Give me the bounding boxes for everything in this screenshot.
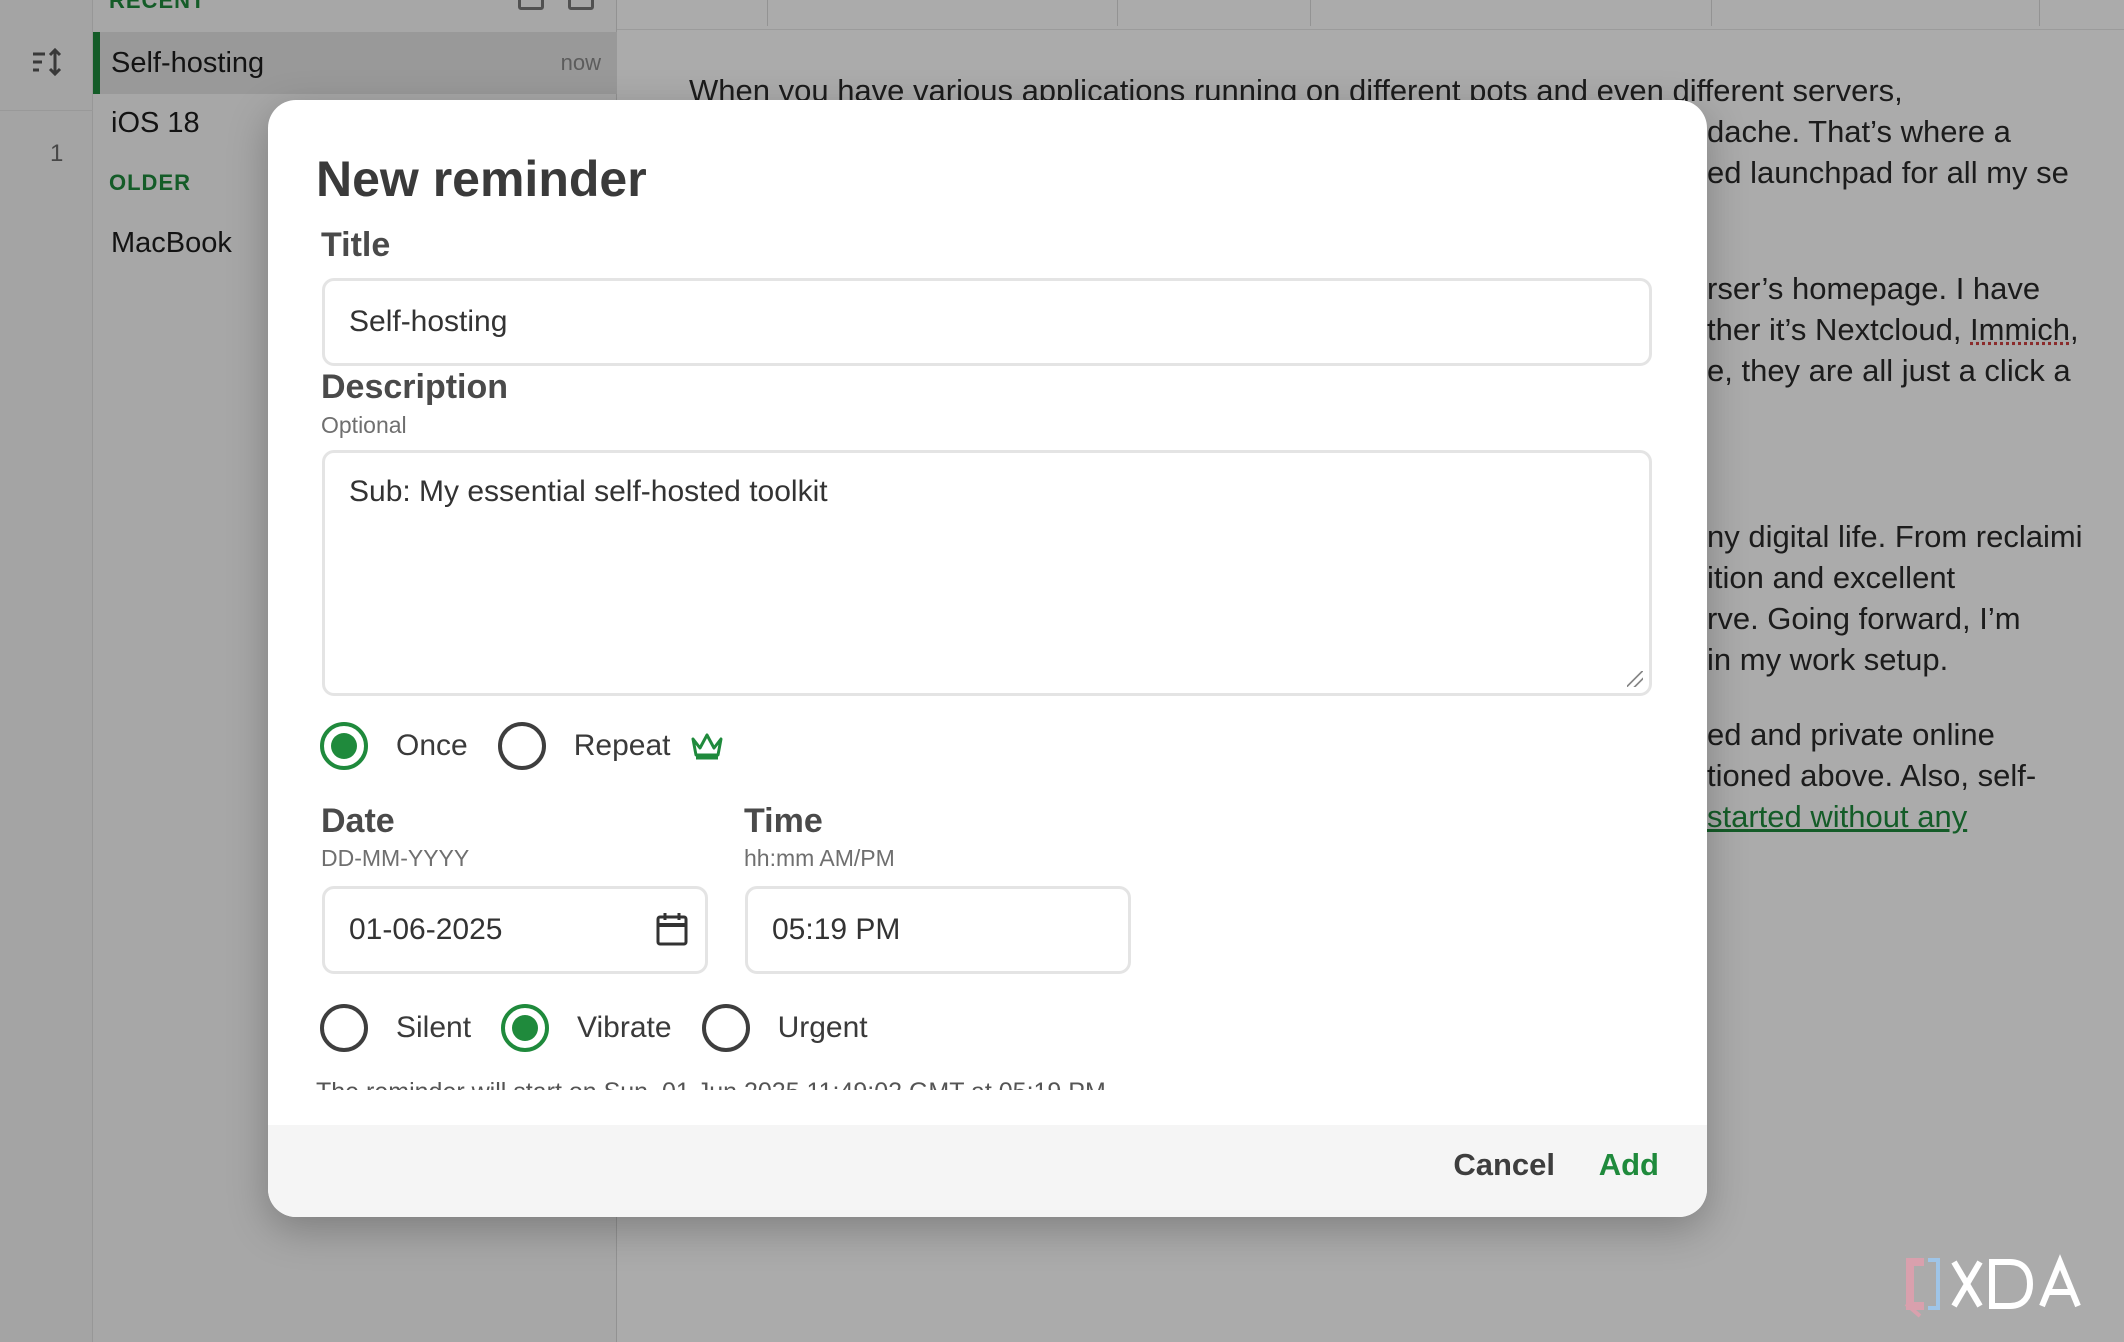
repeat-label: Repeat (573, 729, 671, 762)
urgent-radio[interactable] (701, 1004, 750, 1052)
date-label: Date (321, 802, 395, 840)
title-input[interactable]: Self-hosting (322, 278, 1652, 366)
dialog-footer: Cancel Add (268, 1125, 1707, 1217)
alert-mode-radio-group: Silent Vibrate Urgent (320, 1004, 898, 1052)
cancel-button[interactable]: Cancel (1453, 1147, 1555, 1183)
description-label: Description (321, 368, 509, 406)
resize-handle-icon[interactable] (1627, 671, 1643, 687)
once-radio[interactable] (320, 722, 368, 770)
once-label: Once (396, 729, 468, 762)
vibrate-label: Vibrate (577, 1011, 672, 1044)
date-value: 01-06-2025 (349, 913, 503, 946)
crown-icon (691, 733, 723, 760)
title-input-value: Self-hosting (349, 305, 508, 338)
silent-label: Silent (396, 1011, 472, 1044)
repeat-radio[interactable] (497, 722, 546, 770)
dialog-title: New reminder (316, 151, 647, 207)
app-window: 1 RECENT Self-hosting now iOS 18 OLDER M… (0, 0, 2124, 1342)
date-hint: DD-MM-YYYY (321, 845, 470, 871)
reminder-summary: The reminder will start on Sun, 01 Jun 2… (316, 1070, 1516, 1090)
calendar-icon[interactable] (655, 911, 689, 947)
date-input[interactable]: 01-06-2025 (322, 886, 708, 974)
time-input[interactable]: 05:19 PM (745, 886, 1131, 974)
urgent-label: Urgent (777, 1011, 868, 1044)
description-textarea[interactable]: Sub: My essential self-hosted toolkit (322, 450, 1652, 696)
title-label: Title (321, 226, 391, 264)
add-button[interactable]: Add (1599, 1147, 1659, 1183)
description-value: Sub: My essential self-hosted toolkit (349, 475, 828, 508)
time-hint: hh:mm AM/PM (744, 845, 895, 871)
new-reminder-dialog: New reminder Title Self-hosting Descript… (268, 100, 1707, 1217)
silent-radio[interactable] (320, 1004, 368, 1052)
time-value: 05:19 PM (772, 913, 901, 946)
description-hint: Optional (321, 412, 407, 438)
frequency-radio-group: Once Repeat (320, 722, 724, 770)
time-label: Time (744, 802, 823, 840)
vibrate-radio[interactable] (501, 1004, 550, 1052)
xda-logo (1904, 1254, 2081, 1318)
